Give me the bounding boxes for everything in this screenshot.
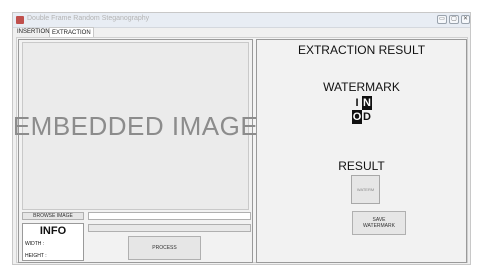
minimize-button[interactable]: ▭ — [437, 15, 447, 24]
logo-letter: N — [362, 96, 372, 110]
result-preview: WATERM — [351, 175, 380, 204]
width-label: WIDTH : — [25, 241, 45, 247]
process-button[interactable]: PROCESS — [128, 236, 201, 260]
close-button[interactable]: ✕ — [461, 15, 470, 24]
info-title: INFO — [39, 225, 67, 237]
left-panel: EMBEDDED IMAGE BROWSE IMAGE INFO WIDTH :… — [13, 39, 258, 263]
logo-letter: D — [363, 111, 371, 123]
logo-letter: O — [352, 110, 362, 124]
app-icon — [16, 16, 24, 24]
height-label: HEIGHT : — [25, 253, 47, 259]
watermark-logo: I N O D — [352, 96, 372, 124]
app-window: Double Frame Random Steganography ▭ ▢ ✕ … — [12, 12, 471, 265]
tab-content: EMBEDDED IMAGE BROWSE IMAGE INFO WIDTH :… — [13, 37, 468, 263]
watermark-label: WATERMARK — [323, 80, 400, 94]
result-preview-text: WATERM — [356, 187, 375, 192]
title-bar: Double Frame Random Steganography ▭ ▢ ✕ — [13, 13, 470, 28]
browse-image-button[interactable]: BROWSE IMAGE — [22, 212, 84, 220]
extraction-result-title: EXTRACTION RESULT — [297, 43, 426, 57]
tab-insertion[interactable]: INSERTION — [15, 27, 52, 37]
embedded-image-placeholder: EMBEDDED IMAGE — [12, 110, 259, 141]
maximize-button[interactable]: ▢ — [449, 15, 459, 24]
save-watermark-button[interactable]: SAVE WATERMARK — [352, 211, 406, 235]
logo-letter: I — [355, 97, 359, 109]
window-title: Double Frame Random Steganography — [27, 15, 150, 22]
result-label: RESULT — [338, 159, 385, 173]
info-output-field — [88, 224, 251, 232]
info-panel: INFO WIDTH : HEIGHT : — [22, 223, 84, 261]
tab-extraction[interactable]: EXTRACTION — [49, 27, 94, 37]
tab-strip: INSERTION EXTRACTION — [13, 27, 470, 37]
embedded-image-box: EMBEDDED IMAGE — [13, 42, 258, 210]
image-path-field[interactable] — [88, 212, 251, 220]
right-panel: EXTRACTION RESULT WATERMARK I N O D RESU… — [256, 39, 467, 263]
